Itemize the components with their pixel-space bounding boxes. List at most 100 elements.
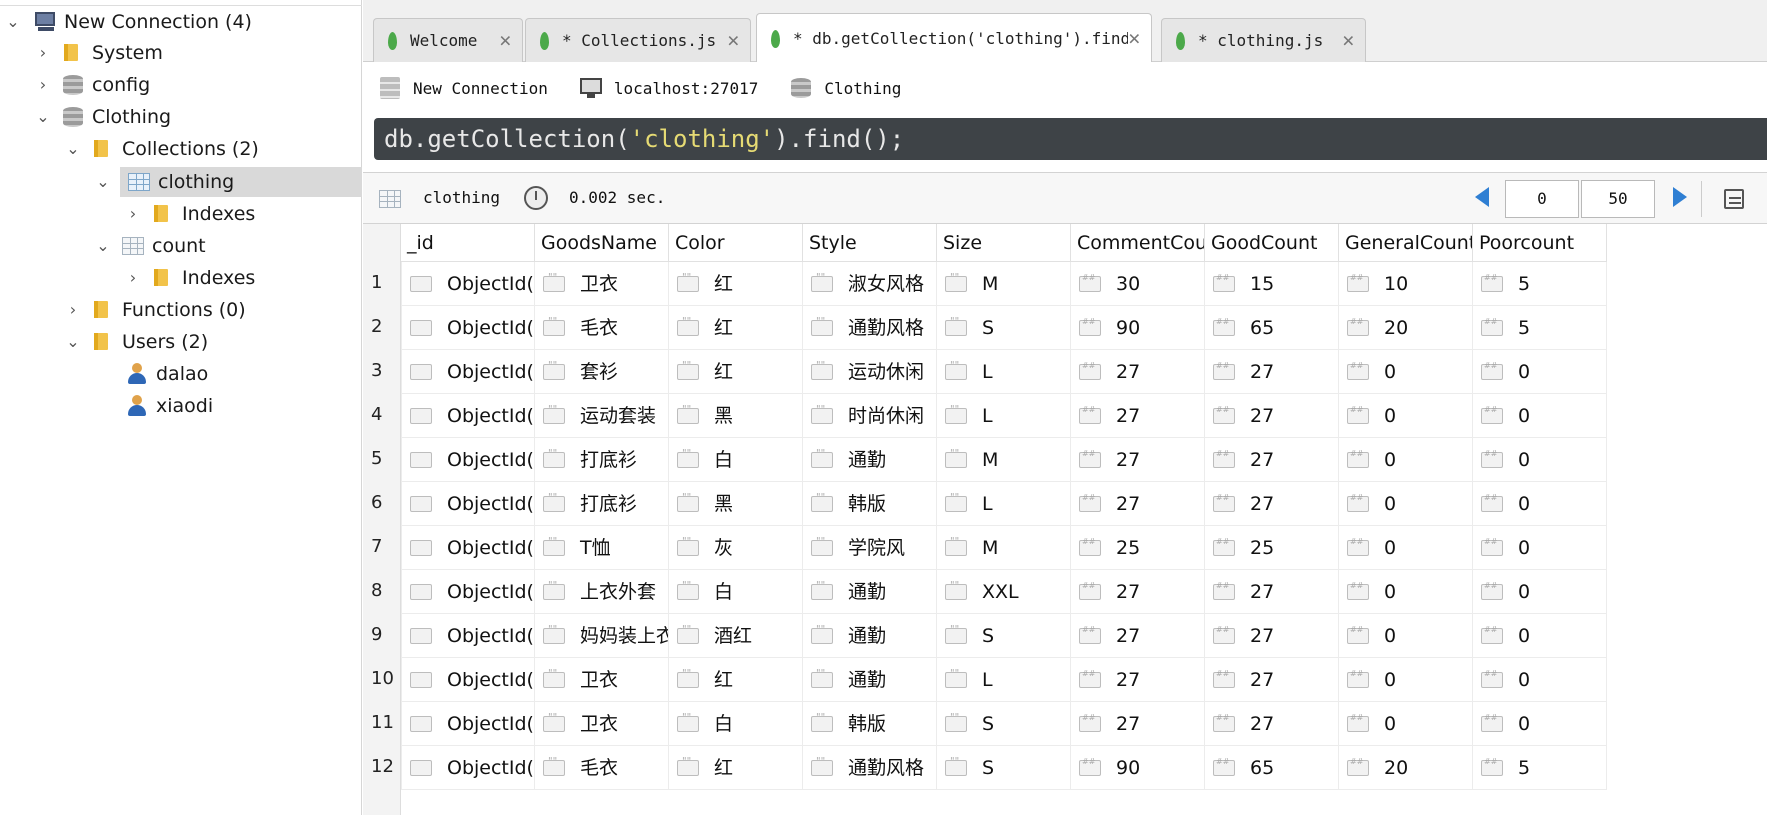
table-cell[interactable]: 0 (1473, 394, 1607, 438)
table-cell[interactable]: 5 (1473, 306, 1607, 350)
table-cell[interactable]: 淑女风格 (803, 262, 937, 306)
tree-item-users[interactable]: ⌄ Users (2) (64, 327, 208, 357)
table-cell[interactable]: 卫衣 (535, 702, 669, 746)
page-start-input[interactable]: 0 (1505, 180, 1579, 218)
chevron-down-icon[interactable]: ⌄ (64, 140, 82, 158)
chevron-down-icon[interactable]: ⌄ (94, 237, 112, 255)
table-cell[interactable]: 红 (669, 262, 803, 306)
table-cell[interactable]: 通勤 (803, 658, 937, 702)
tree-item-collection-clothing[interactable]: clothing (120, 167, 362, 197)
table-cell[interactable]: 20 (1339, 306, 1473, 350)
table-cell[interactable]: ObjectId(... (401, 306, 535, 350)
table-cell[interactable]: L (937, 482, 1071, 526)
table-cell[interactable]: 25 (1205, 526, 1339, 570)
table-cell[interactable]: 0 (1339, 570, 1473, 614)
query-editor[interactable]: db.getCollection('clothing').find(); (374, 118, 1767, 160)
table-cell[interactable]: 通勤 (803, 438, 937, 482)
table-cell[interactable]: 通勤 (803, 570, 937, 614)
table-cell[interactable]: 25 (1071, 526, 1205, 570)
table-cell[interactable]: 5 (1473, 746, 1607, 790)
table-cell[interactable]: 上衣外套 (535, 570, 669, 614)
table-cell[interactable]: 通勤风格 (803, 306, 937, 350)
column-header[interactable]: GeneralCount (1339, 224, 1473, 262)
table-cell[interactable]: 黑 (669, 394, 803, 438)
table-cell[interactable]: S (937, 614, 1071, 658)
table-cell[interactable]: ObjectId(... (401, 614, 535, 658)
page-size-input[interactable]: 50 (1581, 180, 1655, 218)
table-cell[interactable]: ObjectId(... (401, 658, 535, 702)
table-cell[interactable]: ObjectId(... (401, 438, 535, 482)
table-cell[interactable]: 时尚休闲 (803, 394, 937, 438)
table-cell[interactable]: 0 (1473, 482, 1607, 526)
table-cell[interactable]: 白 (669, 570, 803, 614)
table-cell[interactable]: 30 (1071, 262, 1205, 306)
column-header[interactable]: CommentCount (1071, 224, 1205, 262)
table-cell[interactable]: 红 (669, 306, 803, 350)
table-cell[interactable]: 0 (1339, 438, 1473, 482)
table-cell[interactable]: 灰 (669, 526, 803, 570)
tree-item-user-dalao[interactable]: dalao (124, 359, 208, 389)
table-cell[interactable]: 27 (1205, 394, 1339, 438)
tree-item-config[interactable]: › config (34, 70, 150, 100)
table-cell[interactable]: 0 (1339, 702, 1473, 746)
chevron-down-icon[interactable]: ⌄ (34, 108, 52, 126)
tree-item-collections[interactable]: ⌄ Collections (2) (64, 134, 259, 164)
table-cell[interactable]: L (937, 658, 1071, 702)
column-header[interactable]: Style (803, 224, 937, 262)
table-cell[interactable]: 27 (1071, 438, 1205, 482)
table-cell[interactable]: 27 (1071, 350, 1205, 394)
column-header[interactable]: _id (401, 224, 535, 262)
table-cell[interactable]: 红 (669, 350, 803, 394)
table-cell[interactable]: 白 (669, 438, 803, 482)
tree-toggle-clothing[interactable]: ⌄ (94, 167, 112, 197)
table-cell[interactable]: 27 (1205, 658, 1339, 702)
table-cell[interactable]: M (937, 262, 1071, 306)
tab-find-query[interactable]: * db.getCollection('clothing').find… ✕ (756, 13, 1152, 63)
table-cell[interactable]: 27 (1071, 658, 1205, 702)
table-cell[interactable]: 27 (1205, 614, 1339, 658)
table-cell[interactable]: 27 (1071, 570, 1205, 614)
column-header[interactable]: Poorcount (1473, 224, 1607, 262)
table-cell[interactable]: 27 (1071, 394, 1205, 438)
tab-clothing-js[interactable]: * clothing.js ✕ (1161, 18, 1366, 62)
table-cell[interactable]: 0 (1339, 394, 1473, 438)
next-page-icon[interactable] (1673, 187, 1687, 207)
tab-welcome[interactable]: Welcome ✕ (373, 18, 523, 62)
table-cell[interactable]: 27 (1071, 482, 1205, 526)
table-cell[interactable]: 套衫 (535, 350, 669, 394)
table-cell[interactable]: 打底衫 (535, 482, 669, 526)
table-cell[interactable]: 15 (1205, 262, 1339, 306)
table-cell[interactable]: ObjectId(... (401, 746, 535, 790)
table-cell[interactable]: 酒红 (669, 614, 803, 658)
table-cell[interactable]: 0 (1339, 482, 1473, 526)
chevron-right-icon[interactable]: › (124, 205, 142, 223)
table-cell[interactable]: ObjectId(... (401, 482, 535, 526)
table-cell[interactable]: ObjectId(... (401, 570, 535, 614)
chevron-down-icon[interactable]: ⌄ (94, 173, 112, 191)
table-cell[interactable]: 27 (1205, 702, 1339, 746)
table-cell[interactable]: 90 (1071, 306, 1205, 350)
column-header[interactable]: GoodsName (535, 224, 669, 262)
table-cell[interactable]: 0 (1339, 350, 1473, 394)
table-cell[interactable]: 90 (1071, 746, 1205, 790)
table-cell[interactable]: 10 (1339, 262, 1473, 306)
table-cell[interactable]: 27 (1205, 570, 1339, 614)
column-header[interactable]: GoodCount (1205, 224, 1339, 262)
table-cell[interactable]: 打底衫 (535, 438, 669, 482)
tree-item-indexes[interactable]: › Indexes (124, 199, 256, 229)
close-icon[interactable]: ✕ (499, 31, 512, 50)
table-cell[interactable]: 毛衣 (535, 306, 669, 350)
close-icon[interactable]: ✕ (1342, 31, 1355, 50)
table-cell[interactable]: M (937, 438, 1071, 482)
view-mode-icon[interactable] (1721, 187, 1747, 211)
tree-item-system[interactable]: › System (34, 38, 163, 68)
table-cell[interactable]: 27 (1071, 702, 1205, 746)
table-cell[interactable]: 通勤 (803, 614, 937, 658)
table-cell[interactable]: 0 (1473, 350, 1607, 394)
table-cell[interactable]: 27 (1205, 438, 1339, 482)
table-cell[interactable]: ObjectId(... (401, 350, 535, 394)
table-cell[interactable]: T恤 (535, 526, 669, 570)
tree-item-clothing-db[interactable]: ⌄ Clothing (34, 102, 171, 132)
table-cell[interactable]: 0 (1339, 614, 1473, 658)
tree-item-functions[interactable]: › Functions (0) (64, 295, 246, 325)
